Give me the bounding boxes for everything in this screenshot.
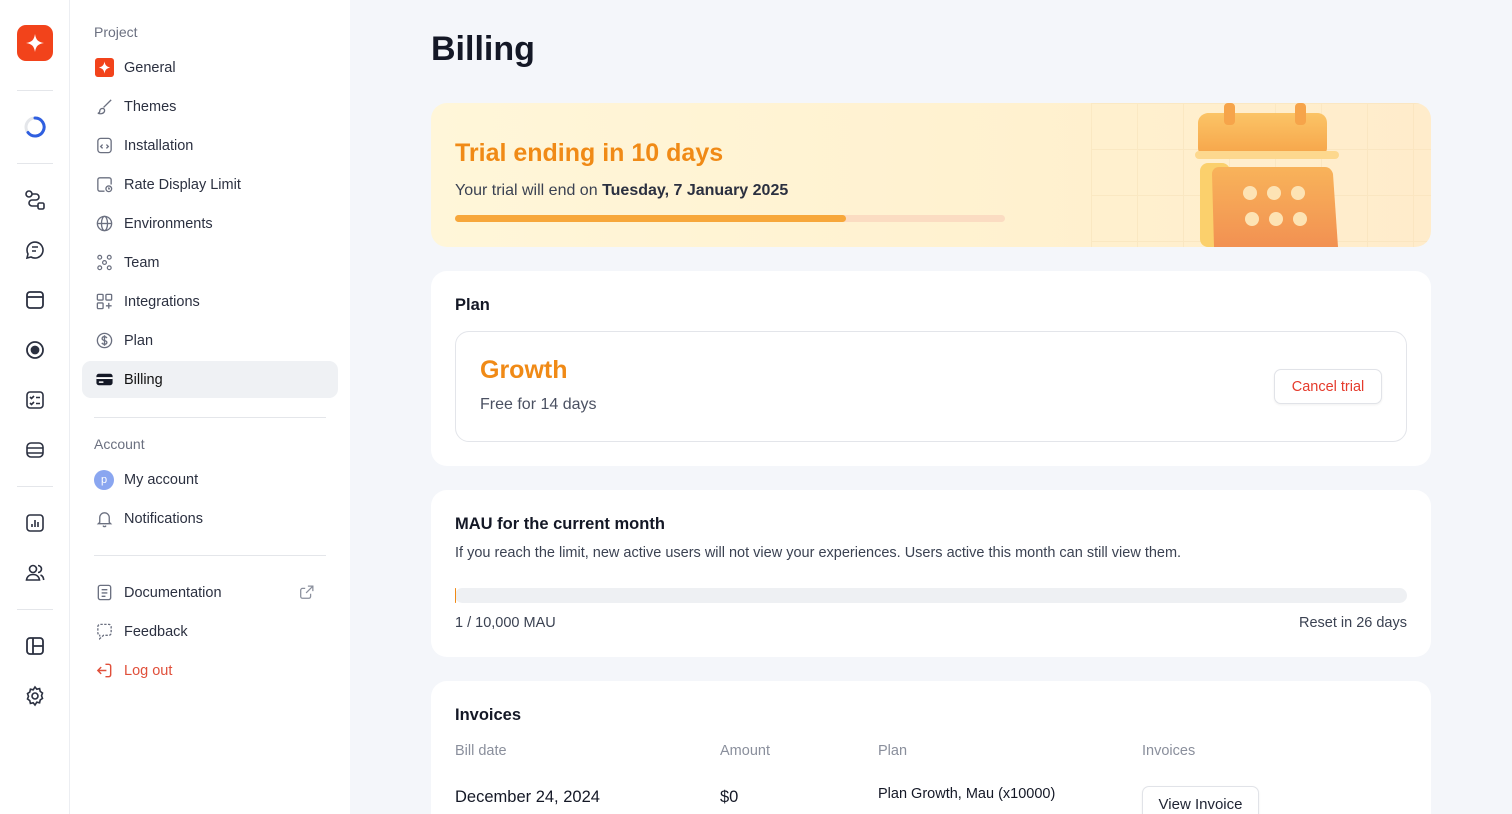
- sidebar-item-billing[interactable]: Billing: [82, 361, 338, 398]
- external-link-icon: [298, 583, 316, 605]
- window-icon[interactable]: [22, 287, 48, 313]
- brush-icon: [94, 97, 114, 117]
- rail-divider: [17, 486, 53, 487]
- sidebar-item-label: Log out: [124, 662, 173, 679]
- invoices-card: Invoices Bill date Amount Plan Invoices …: [431, 681, 1431, 814]
- messages-icon[interactable]: [22, 237, 48, 263]
- sidebar-divider: [94, 417, 326, 418]
- record-icon[interactable]: [22, 337, 48, 363]
- avatar-icon: p: [94, 469, 114, 490]
- brand-icon: [94, 58, 114, 78]
- plan-box: Growth Free for 14 days Cancel trial: [455, 331, 1407, 442]
- sidebar-item-label: Environments: [124, 215, 213, 232]
- sidebar-item-label: Installation: [124, 137, 194, 154]
- sidebar-item-team[interactable]: Team: [82, 244, 338, 281]
- trial-end-date: Tuesday, 7 January 2025: [602, 182, 789, 199]
- sidebar-item-my-account[interactable]: p My account: [82, 461, 338, 498]
- analytics-icon[interactable]: [22, 510, 48, 536]
- project-section-label: Project: [94, 24, 138, 40]
- sidebar-item-rate-display-limit[interactable]: Rate Display Limit: [82, 166, 338, 203]
- trial-text: Your trial will end on Tuesday, 7 Januar…: [455, 182, 788, 200]
- sidebar-item-documentation[interactable]: Documentation: [82, 574, 338, 611]
- invoice-amount: $0: [720, 788, 739, 806]
- rail-divider: [17, 90, 53, 91]
- settings-gear-icon[interactable]: [22, 683, 48, 709]
- globe-icon: [94, 214, 114, 234]
- trial-text-prefix: Your trial will end on: [455, 182, 598, 199]
- bell-icon: [94, 509, 114, 529]
- column-header-amount: Amount: [720, 743, 770, 759]
- sidebar-item-plan[interactable]: Plan: [82, 322, 338, 359]
- plan-heading: Plan: [455, 296, 490, 314]
- card-icon: [94, 370, 114, 390]
- trial-banner: Trial ending in 10 days Your trial will …: [431, 103, 1431, 247]
- flows-icon[interactable]: [22, 187, 48, 213]
- sidebar-item-label: Notifications: [124, 510, 203, 527]
- avatar-letter: p: [94, 469, 114, 490]
- sidebar-item-integrations[interactable]: Integrations: [82, 283, 338, 320]
- sidebar-item-label: Feedback: [124, 623, 188, 640]
- sidebar-item-label: Integrations: [124, 293, 200, 310]
- banner-icon[interactable]: [22, 437, 48, 463]
- sidebar-divider: [94, 555, 326, 556]
- mau-reset: Reset in 26 days: [1298, 615, 1407, 631]
- sidebar-item-label: Billing: [124, 371, 163, 388]
- trial-title: Trial ending in 10 days: [455, 139, 724, 167]
- sidebar-item-label: Plan: [124, 332, 154, 349]
- mau-heading: MAU for the current month: [455, 515, 665, 533]
- sidebar-item-general[interactable]: General: [82, 49, 338, 86]
- plan-name: Growth: [480, 356, 568, 384]
- chat-icon: [94, 622, 114, 642]
- sidebar-item-label: Team: [124, 254, 160, 271]
- sidebar-item-feedback[interactable]: Feedback: [82, 613, 338, 650]
- dollar-icon: [94, 331, 114, 351]
- sidebar-item-label: Documentation: [124, 584, 222, 601]
- plan-subtitle: Free for 14 days: [480, 396, 597, 413]
- team-icon: [94, 253, 114, 273]
- mau-count: 1 / 10,000 MAU: [455, 615, 556, 631]
- sidebar-item-themes[interactable]: Themes: [82, 88, 338, 125]
- sidebar-item-log-out[interactable]: Log out: [82, 652, 338, 689]
- rail-divider: [17, 609, 53, 610]
- invoice-date: December 24, 2024: [455, 788, 600, 806]
- page-title: Billing: [431, 30, 535, 68]
- sidebar-item-notifications[interactable]: Notifications: [82, 500, 338, 537]
- sidebar-item-installation[interactable]: Installation: [82, 127, 338, 164]
- mau-progress-bar: [455, 588, 1407, 603]
- rail-divider: [17, 163, 53, 164]
- checklist-icon[interactable]: [22, 387, 48, 413]
- sidebar-item-label: Rate Display Limit: [124, 176, 241, 193]
- icon-rail: [0, 0, 70, 814]
- view-invoice-button[interactable]: View Invoice: [1142, 786, 1259, 814]
- cancel-trial-button[interactable]: Cancel trial: [1274, 369, 1382, 404]
- code-file-icon: [94, 136, 114, 156]
- invoice-plan: Plan Growth, Mau (x10000): [878, 786, 1056, 802]
- account-section-label: Account: [94, 436, 145, 452]
- settings-sidebar: Project General Themes Installation Rate…: [70, 0, 350, 814]
- main-content: Billing Trial ending in 10 days Your tri…: [350, 0, 1512, 814]
- sidebar-item-label: General: [124, 59, 176, 76]
- trial-progress-bar: [455, 215, 1005, 222]
- column-header-bill-date: Bill date: [455, 743, 507, 759]
- sidebar-item-environments[interactable]: Environments: [82, 205, 338, 242]
- timer-icon: [94, 175, 114, 195]
- logout-icon: [94, 661, 114, 681]
- grid-plus-icon: [94, 292, 114, 312]
- loading-spinner-icon: [22, 114, 48, 140]
- sidebar-item-label: My account: [124, 471, 199, 488]
- users-icon[interactable]: [22, 560, 48, 586]
- brand-logo-icon[interactable]: [17, 25, 53, 61]
- invoices-heading: Invoices: [455, 706, 522, 724]
- column-header-invoices: Invoices: [1142, 743, 1196, 759]
- mau-card: MAU for the current month If you reach t…: [431, 490, 1431, 657]
- calendar-illustration-icon: [1195, 103, 1339, 247]
- column-header-plan: Plan: [878, 743, 908, 759]
- sidebar-item-label: Themes: [124, 98, 177, 115]
- doc-icon: [94, 583, 114, 603]
- plan-card: Plan Growth Free for 14 days Cancel tria…: [431, 271, 1431, 466]
- layout-icon[interactable]: [22, 633, 48, 659]
- trial-progress-fill: [455, 215, 846, 222]
- mau-description: If you reach the limit, new active users…: [455, 545, 1182, 561]
